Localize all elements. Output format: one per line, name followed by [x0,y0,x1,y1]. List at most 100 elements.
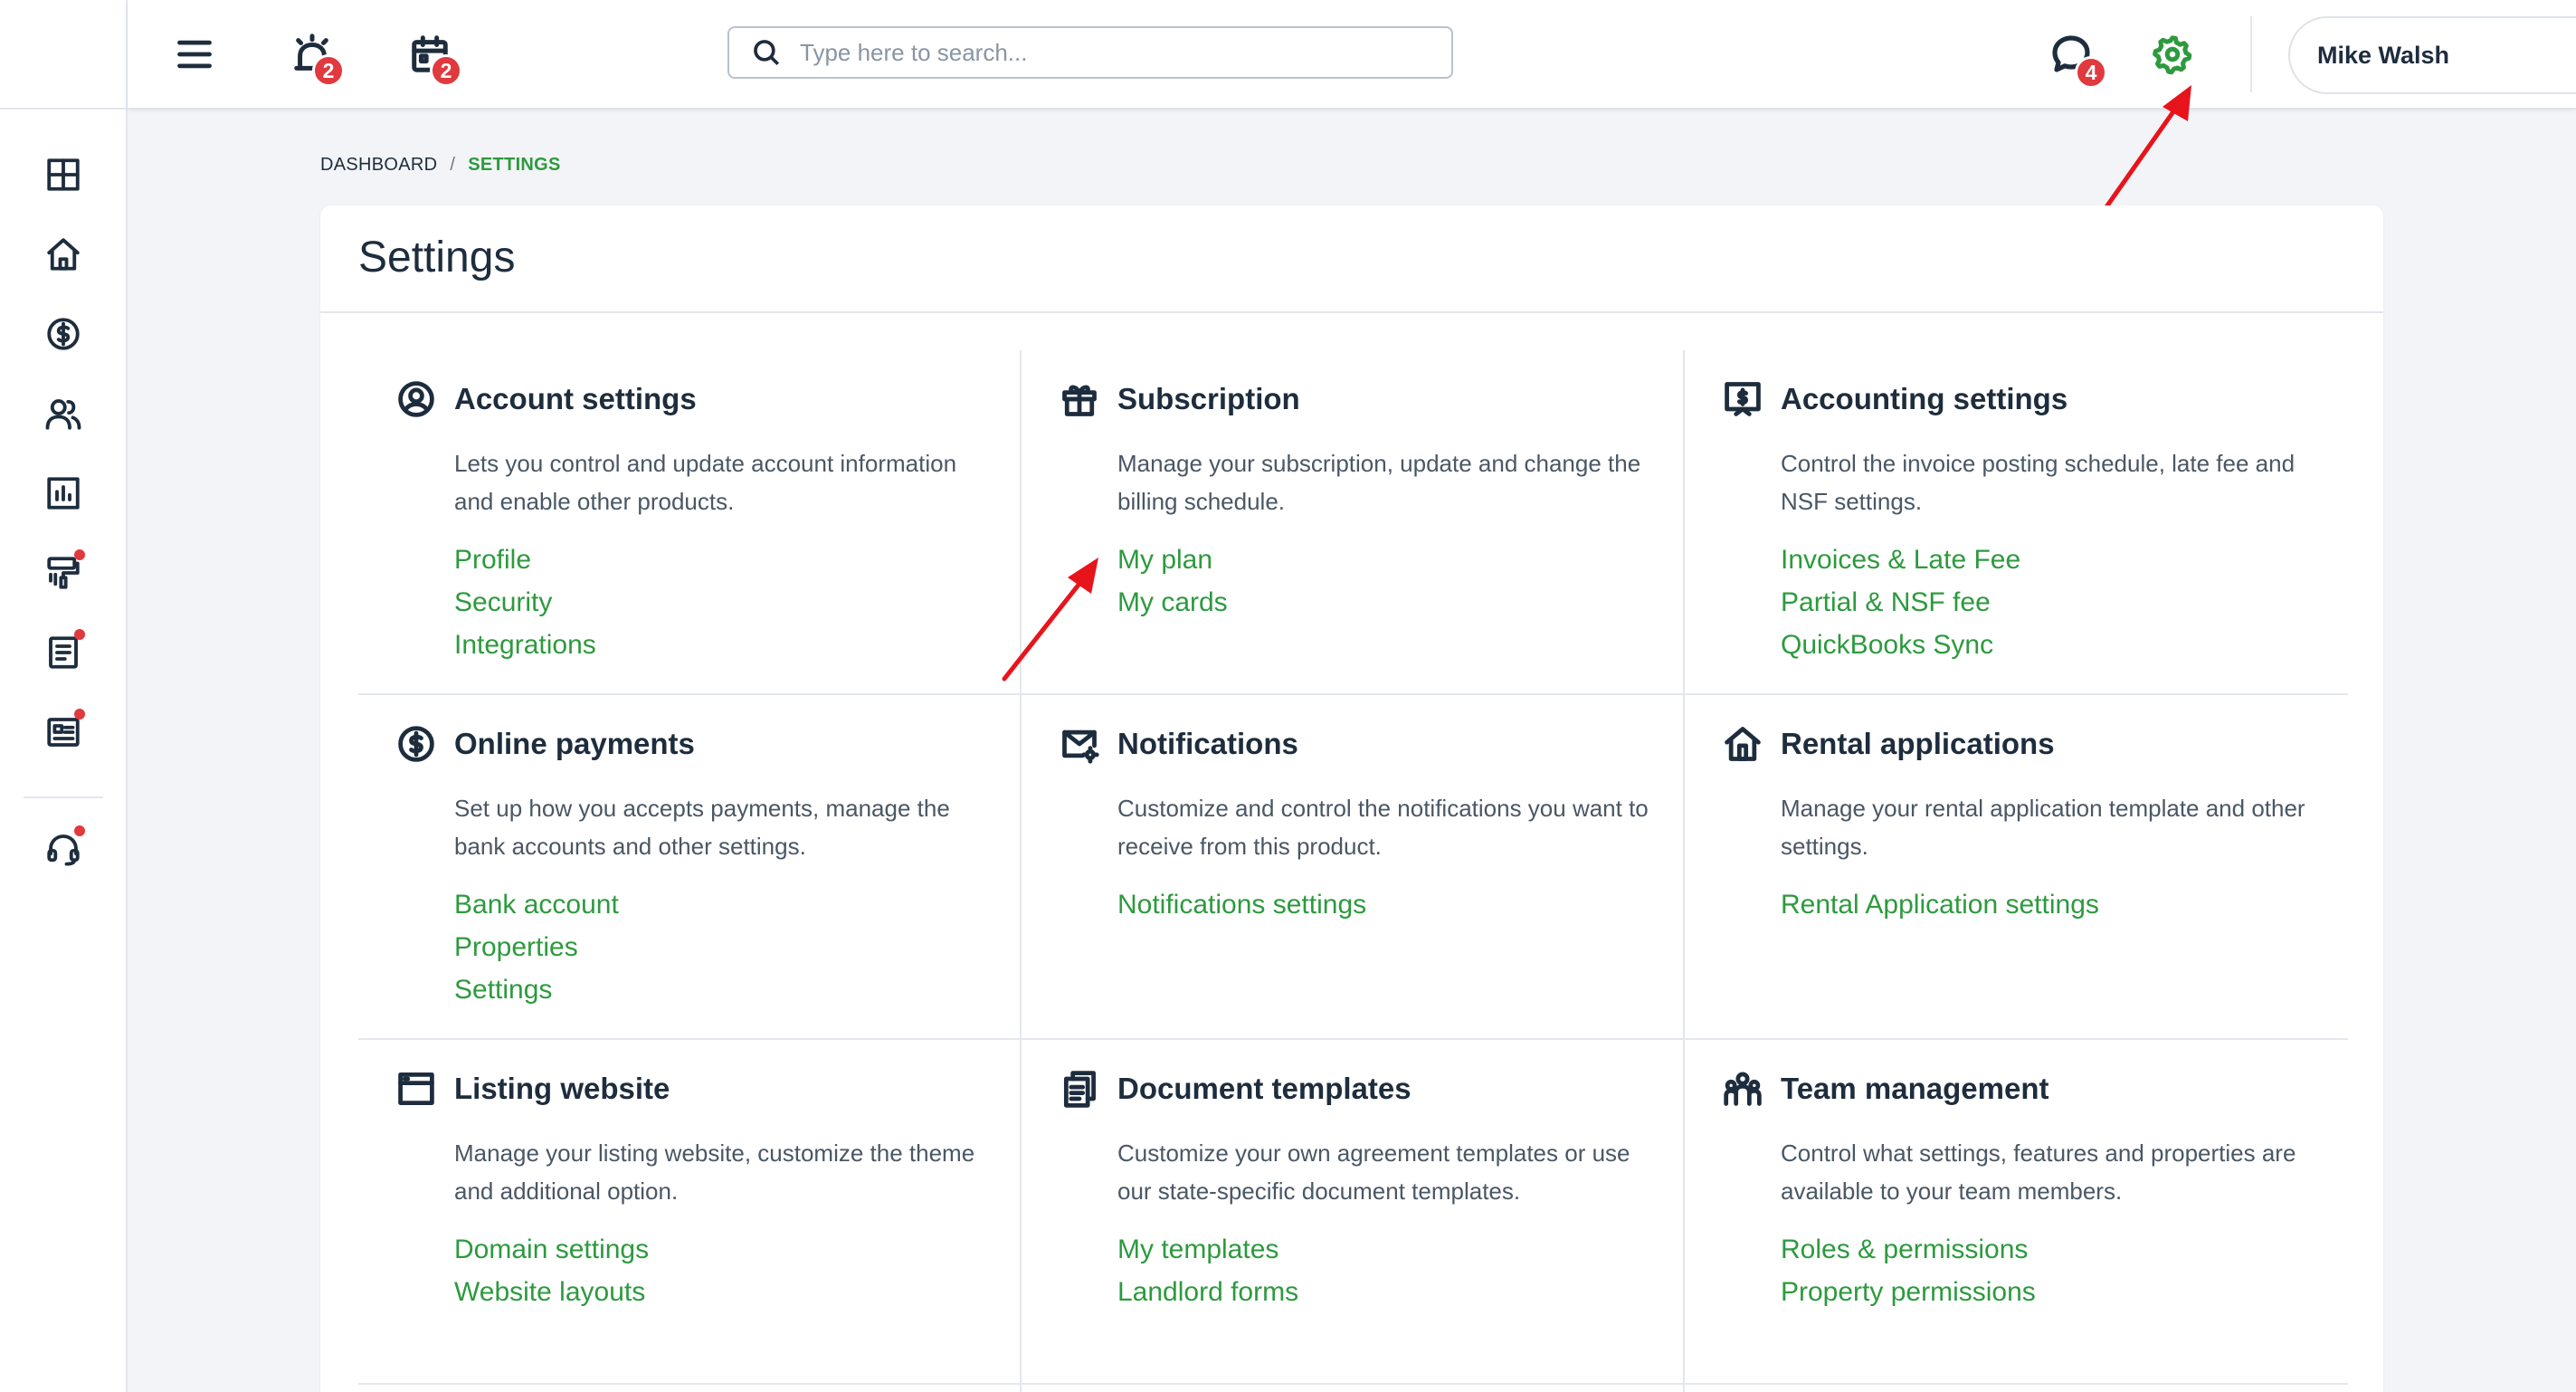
link-settings[interactable]: Settings [454,968,619,1011]
sidebar-item-people[interactable] [38,388,89,439]
section-account-settings: Account settings Lets you control and up… [358,350,1022,695]
section-title: Account settings [454,382,697,415]
page-title: Settings [358,234,516,281]
settings-card: Settings Account settings Lets you contr… [320,205,2383,1392]
menu-toggle-button[interactable] [167,27,222,81]
section-subscription: Subscription Manage your subscription, u… [1022,350,1685,695]
sidebar [0,0,128,1392]
dashboard-grid-icon [47,158,80,191]
section-description: Lets you control and update account info… [454,450,957,515]
mail-gear-icon [1062,729,1099,764]
section-description: Manage your listing website, customize t… [454,1139,975,1205]
link-website-layouts[interactable]: Website layouts [454,1271,649,1313]
sidebar-divider [24,796,103,798]
notification-dot [74,629,85,640]
sidebar-item-properties[interactable] [38,229,89,280]
messages-button[interactable]: 4 [2044,27,2107,89]
link-notifications-settings[interactable]: Notifications settings [1117,883,1366,926]
user-circle-icon [398,381,434,417]
sidebar-item-accounting[interactable] [38,309,89,359]
section-description: Control what settings, features and prop… [1781,1139,2296,1205]
link-property-permissions[interactable]: Property permissions [1781,1271,2036,1313]
section-title: Document templates [1117,1072,1412,1105]
breadcrumb-dashboard[interactable]: DASHBOARD [320,155,437,175]
messages-count-badge: 4 [2075,56,2107,89]
dollar-circle-icon [47,318,80,350]
link-properties[interactable]: Properties [454,926,619,968]
section-rental-applications: Rental applications Manage your rental a… [1685,695,2348,1040]
sidebar-item-maintenance[interactable] [38,548,89,598]
browser-window-icon [398,1073,434,1105]
people-icon [45,399,81,430]
calendar-button[interactable]: 2 [403,27,462,87]
link-quickbooks-sync[interactable]: QuickBooks Sync [1781,624,2020,666]
link-my-cards[interactable]: My cards [1117,581,1228,624]
house-icon [1725,727,1761,761]
alerts-button[interactable]: 2 [285,27,345,87]
sidebar-item-listings[interactable] [38,707,89,758]
section-description: Customize your own agreement templates o… [1117,1139,1630,1205]
sidebar-item-documents[interactable] [38,627,89,678]
link-rental-application-settings[interactable]: Rental Application settings [1781,883,2099,926]
calendar-count-badge: 2 [430,54,462,87]
section-online-payments: Online payments Set up how you accepts p… [358,695,1022,1040]
notification-dot [74,709,85,720]
section-description: Set up how you accepts payments, manage … [454,795,950,860]
section-title: Online payments [454,727,695,760]
section-description: Manage your rental application template … [1781,795,2305,860]
notification-dot [74,549,85,560]
sidebar-item-support[interactable] [38,824,89,874]
link-my-templates[interactable]: My templates [1117,1228,1298,1271]
section-title: Accounting settings [1781,382,2068,415]
search-bar[interactable] [727,26,1453,79]
section-document-templates: Document templates Customize your own ag… [1022,1040,1685,1385]
notification-dot [74,825,85,836]
bar-chart-icon [47,477,80,510]
section-title: Subscription [1117,382,1300,415]
section-title: Notifications [1117,727,1298,760]
link-partial-nsf-fee[interactable]: Partial & NSF fee [1781,581,2020,624]
accounting-icon [1725,382,1761,416]
sidebar-logo-area [0,0,126,110]
breadcrumb-separator: / [450,155,456,175]
sidebar-item-dashboard[interactable] [38,149,89,200]
section-accounting-settings: Accounting settings Control the invoice … [1685,350,2348,695]
section-listing-website: Listing website Manage your listing webs… [358,1040,1022,1385]
link-landlord-forms[interactable]: Landlord forms [1117,1271,1298,1313]
user-name: Mike Walsh [2317,41,2450,69]
link-invoices-late-fee[interactable]: Invoices & Late Fee [1781,539,2020,581]
section-description: Control the invoice posting schedule, la… [1781,450,2296,515]
documents-icon [1063,1071,1096,1108]
link-roles-permissions[interactable]: Roles & permissions [1781,1228,2036,1271]
section-placeholder [358,1385,1022,1392]
gear-icon [2153,35,2192,75]
user-menu[interactable]: Mike Walsh [2288,16,2576,94]
link-profile[interactable]: Profile [454,539,596,581]
section-title: Rental applications [1781,727,2055,760]
breadcrumb-settings: SETTINGS [468,155,561,175]
section-team-management: Team management Control what settings, f… [1685,1040,2348,1385]
search-icon [754,40,780,66]
gift-icon [1062,385,1097,416]
link-bank-account[interactable]: Bank account [454,883,619,926]
hamburger-menu-icon [177,40,212,69]
team-icon [1724,1072,1762,1106]
title-divider [320,311,2383,313]
breadcrumb: DASHBOARD / SETTINGS [320,155,561,176]
section-title: Listing website [454,1072,670,1105]
link-domain-settings[interactable]: Domain settings [454,1228,649,1271]
link-my-plan[interactable]: My plan [1117,539,1228,581]
search-input[interactable] [800,38,1433,67]
section-notifications: Notifications Customize and control the … [1022,695,1685,1040]
section-description: Customize and control the notifications … [1117,795,1649,860]
header-divider [2250,16,2252,92]
alerts-count-badge: 2 [312,54,345,87]
sidebar-item-reports[interactable] [38,468,89,519]
settings-button[interactable] [2145,27,2200,81]
link-security[interactable]: Security [454,581,596,624]
section-placeholder [1022,1385,1685,1392]
link-integrations[interactable]: Integrations [454,624,596,666]
top-header: 2 2 4 Mike Walsh [128,0,2576,110]
section-title: Team management [1781,1072,2049,1105]
dollar-circle-icon [398,726,434,762]
